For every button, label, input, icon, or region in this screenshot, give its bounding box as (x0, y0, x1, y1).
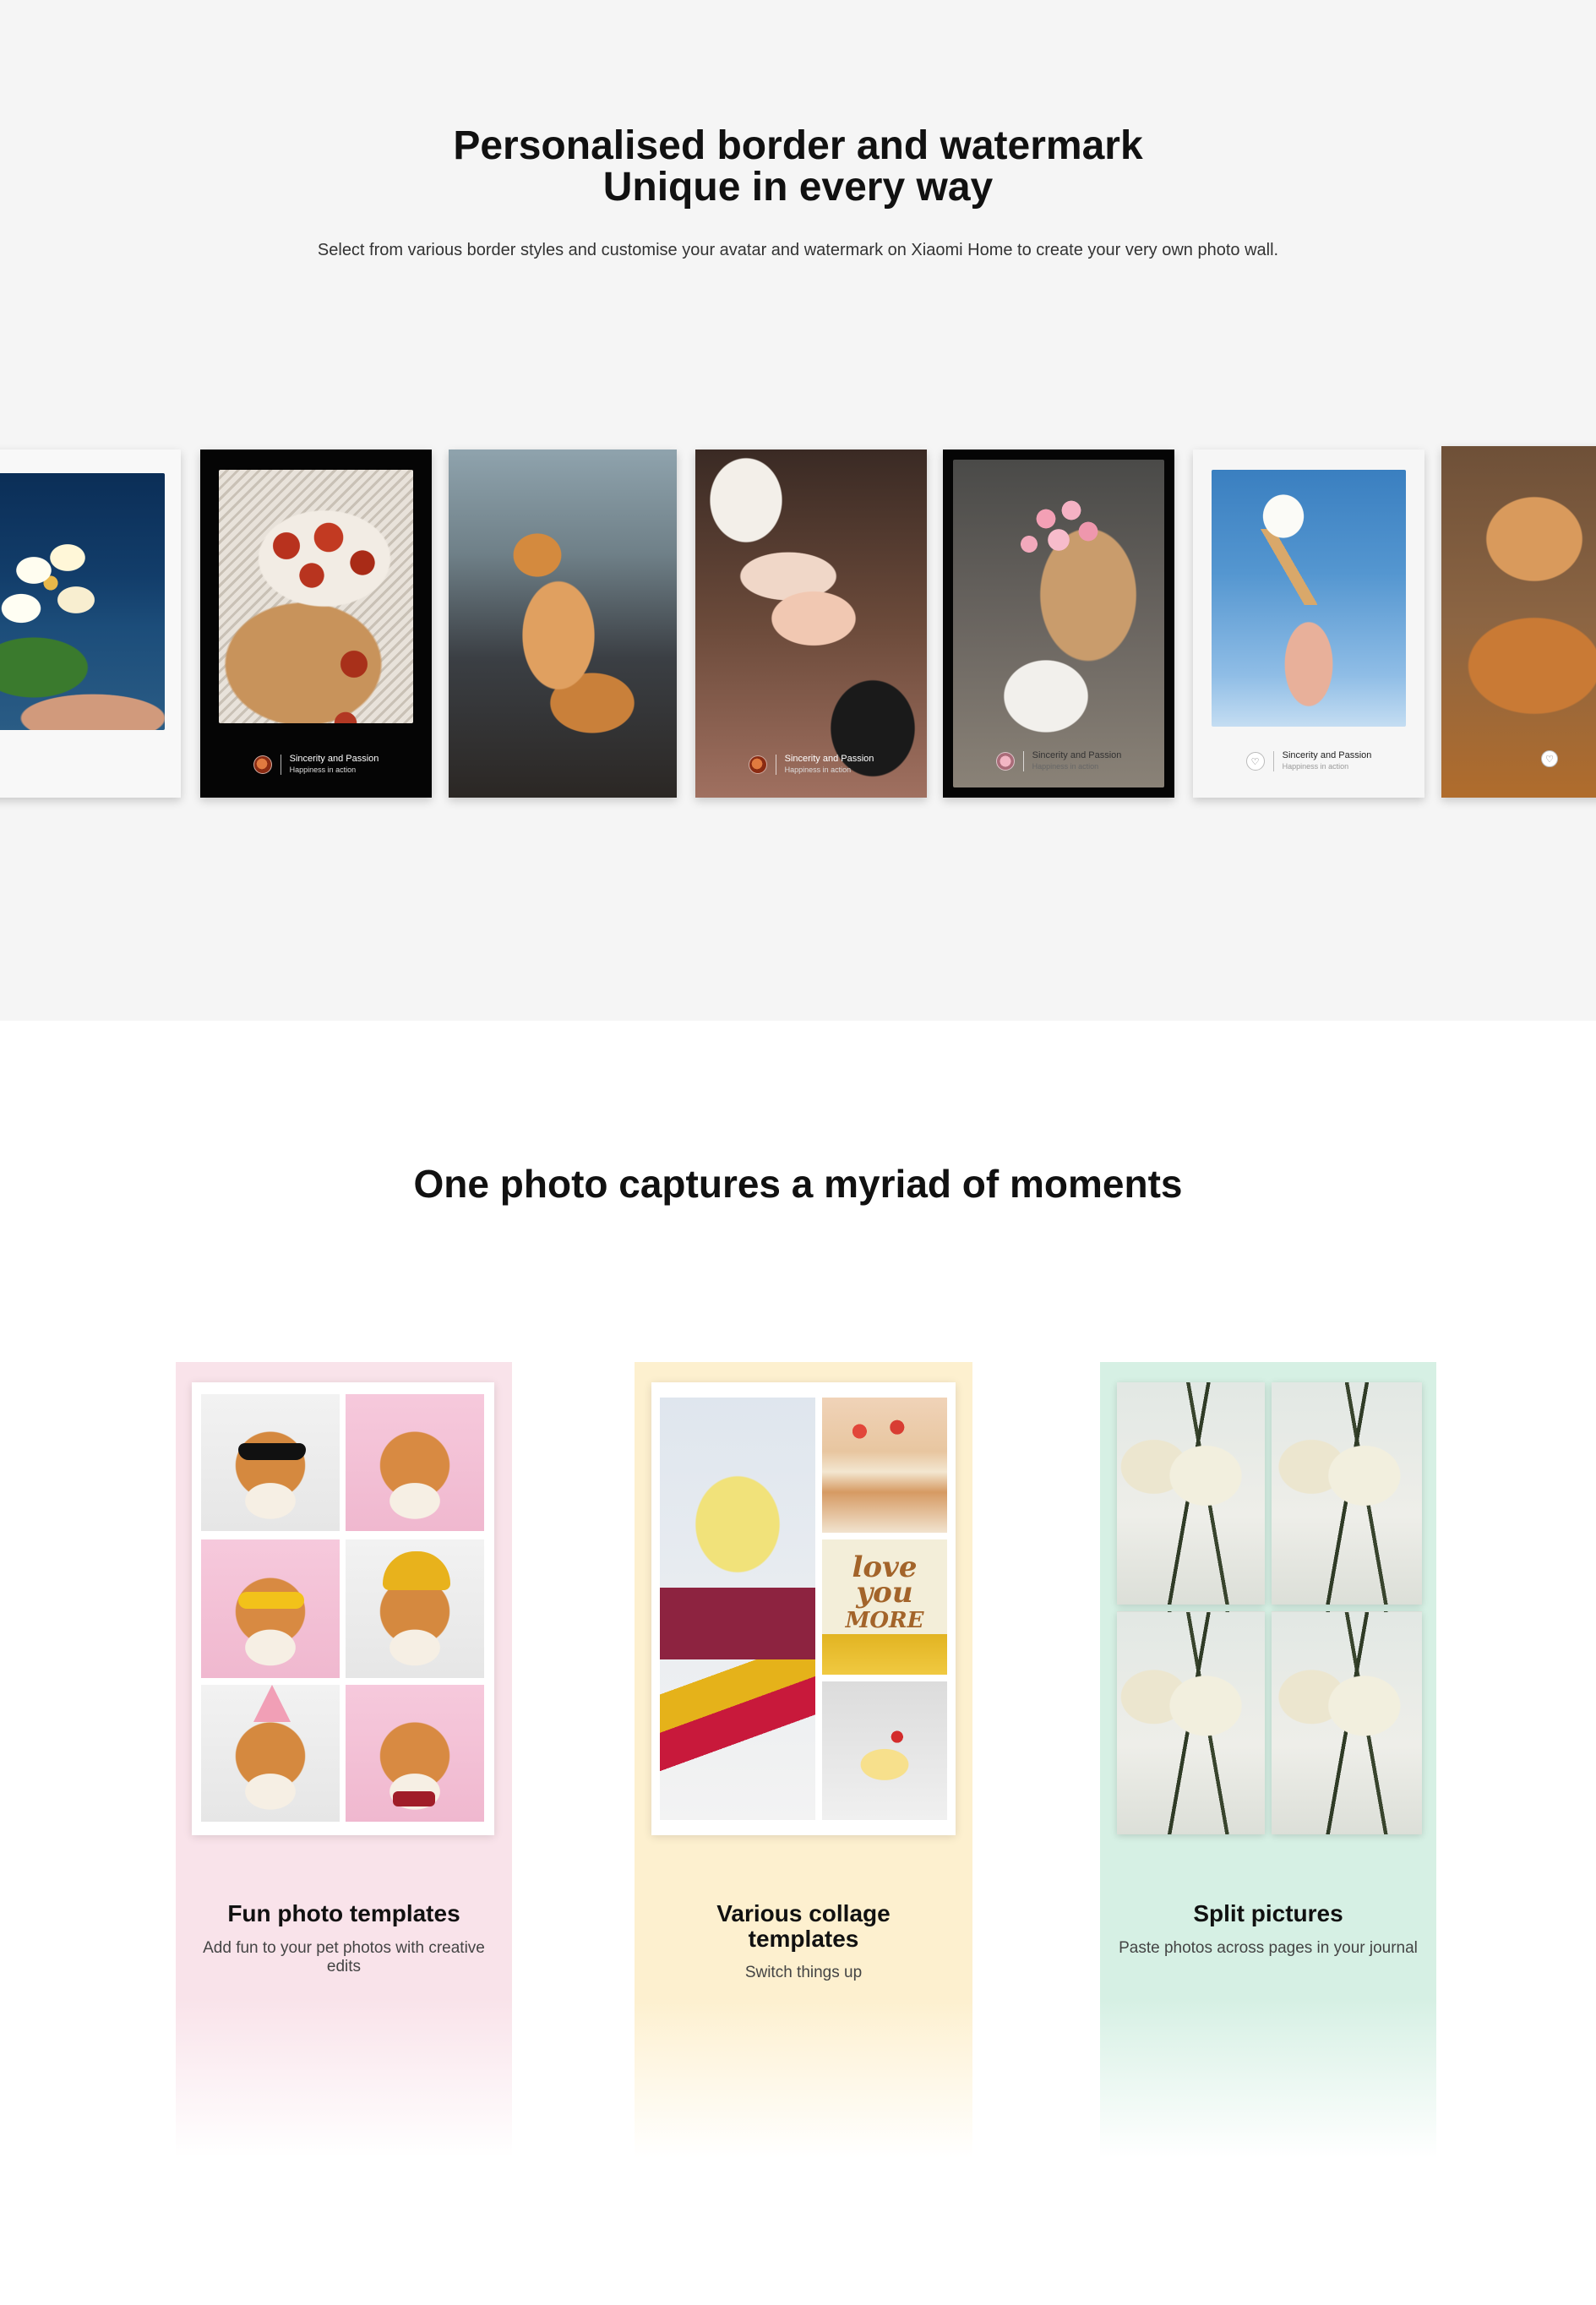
feature-description: Paste photos across pages in your journa… (1119, 1939, 1418, 1957)
section-title-line1: Personalised border and watermark (453, 123, 1143, 168)
split-photo-top-left (1117, 1382, 1265, 1605)
feature-title: Fun photo templates (227, 1900, 460, 1926)
caption-subtitle: Happiness in action (1282, 762, 1349, 771)
feature-card-split-pictures: Split pictures Paste photos across pages… (1100, 1362, 1436, 2158)
caption-divider (1272, 751, 1274, 771)
section-title-line2: Unique in every way (602, 165, 994, 210)
feature-description: Add fun to your pet photos with creative… (203, 1939, 485, 1975)
border-watermark-section: Personalised border and watermark Unique… (0, 0, 1596, 1021)
photo-card-ice-cream: ♡ Sincerity and Passion Happiness in act… (1193, 450, 1424, 798)
feature-description: Switch things up (744, 1964, 863, 1981)
moments-section-title: One photo captures a myriad of moments (413, 1162, 1183, 1206)
collage-photo-strawberry-cake (822, 1398, 947, 1533)
photo-card-cat-lying: ♡ (1441, 446, 1596, 798)
mi-logo-icon: ♡ (1245, 752, 1265, 771)
dog-template-grid (192, 1382, 494, 1835)
photo-bouquet (953, 460, 1164, 787)
photo-dried-fruit (219, 470, 413, 723)
collage-photo-love-you-more-topper: love you MORE (822, 1539, 947, 1675)
split-photo-bottom-right (1272, 1611, 1422, 1834)
avatar-icon (995, 752, 1015, 771)
section-subtitle: Select from various border styles and cu… (317, 241, 1279, 259)
caption-subtitle: Happiness in action (784, 766, 852, 774)
photo-card-cat (449, 450, 677, 798)
caption-title: Sincerity and Passion (1032, 750, 1122, 760)
avatar-icon (253, 755, 272, 774)
dog-photo-party-hat (201, 1685, 340, 1822)
watermark-caption: Sincerity and Passion Happiness in actio… (943, 750, 1174, 772)
photo-flowers (0, 473, 165, 730)
collage-photo-cupcake (660, 1398, 815, 1820)
caption-title: Sincerity and Passion (784, 754, 874, 764)
dog-photo-sunglasses (201, 1394, 340, 1531)
caption-title: Sincerity and Passion (1282, 750, 1372, 760)
collage-photo-cheesecake (822, 1681, 947, 1820)
feature-title: Split pictures (1193, 1900, 1343, 1926)
photo-ice-cream (1212, 470, 1406, 727)
photo-card-bouquet: Sincerity and Passion Happiness in actio… (943, 450, 1174, 798)
dog-photo-smiling (346, 1394, 484, 1531)
photo-card-hands: Sincerity and Passion Happiness in actio… (695, 450, 927, 798)
split-photo-bottom-left (1117, 1611, 1265, 1834)
dog-photo-yellow-glasses (201, 1539, 340, 1678)
dog-photo-bow-tie (346, 1685, 484, 1822)
feature-card-fun-templates: Fun photo templates Add fun to your pet … (176, 1362, 512, 2158)
caption-divider (1022, 751, 1024, 771)
collage-template: love you MORE (651, 1382, 956, 1835)
caption-subtitle: Happiness in action (1032, 762, 1099, 771)
photo-card-dried-fruit: Sincerity and Passion Happiness in actio… (200, 450, 432, 798)
watermark-caption: Sincerity and Passion Happiness in actio… (200, 754, 432, 776)
caption-title: Sincerity and Passion (289, 754, 379, 764)
mi-logo-icon: ♡ (1541, 750, 1558, 767)
dog-photo-beanie (346, 1539, 484, 1678)
caption-subtitle: Happiness in action (289, 766, 357, 774)
watermark-caption: ♡ Sincerity and Passion Happiness in act… (1193, 750, 1424, 772)
feature-title-line1: Various collage (716, 1900, 891, 1926)
photo-card-flowers (0, 450, 181, 798)
feature-title-line2: templates (748, 1926, 859, 1952)
split-photo-top-right (1272, 1382, 1422, 1605)
feature-card-collage-templates: love you MORE Various collage templates Sw… (635, 1362, 972, 2158)
avatar-icon (748, 755, 767, 774)
watermark-caption: Sincerity and Passion Happiness in actio… (695, 754, 927, 776)
photo-card-carousel[interactable]: Sincerity and Passion Happiness in actio… (0, 446, 1596, 804)
